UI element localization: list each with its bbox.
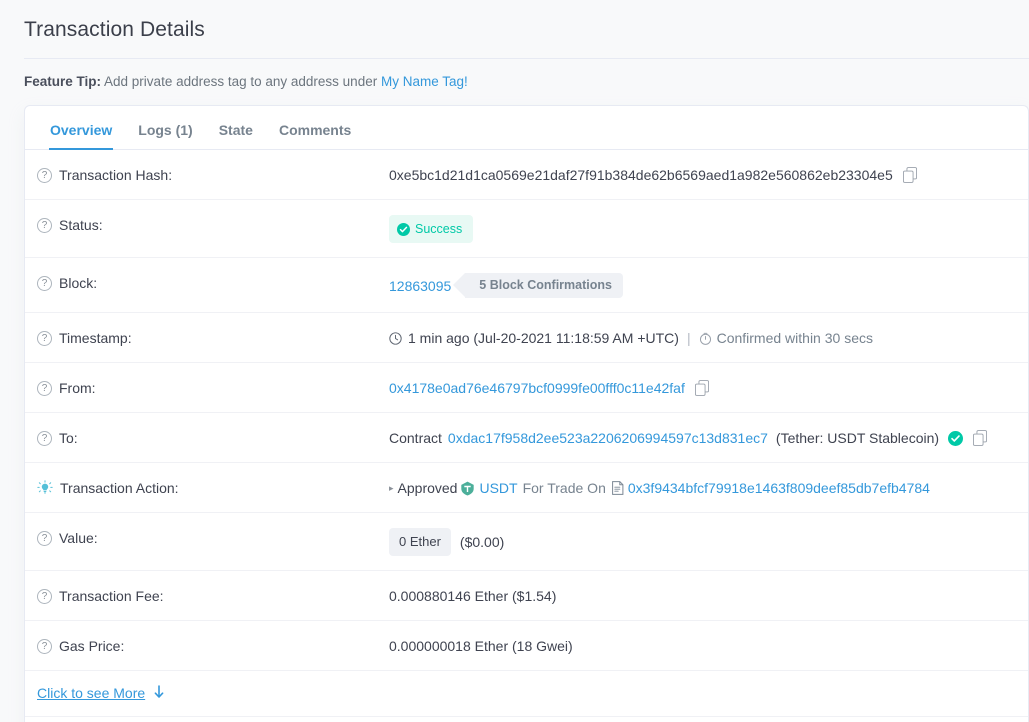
status-text: Success: [415, 222, 463, 236]
label-status: ? Status:: [37, 214, 389, 235]
value-transaction-action: ▸ Approved USDT For Trade On 0x3f9434bfc…: [389, 477, 1016, 498]
page-header: Transaction Details: [0, 0, 1029, 58]
feature-tip-bang: !: [464, 74, 468, 89]
label-text: From:: [59, 380, 96, 396]
label-timestamp: ? Timestamp:: [37, 327, 389, 348]
feature-tip-bar: Feature Tip: Add private address tag to …: [0, 59, 1029, 105]
row-timestamp: ? Timestamp: 1 min ago (Jul-20-2021 11:1…: [25, 313, 1028, 363]
row-status: ? Status: Success: [25, 200, 1028, 258]
row-gas-price: ? Gas Price: 0.000000018 Ether (18 Gwei): [25, 621, 1028, 671]
stopwatch-icon: [699, 332, 711, 345]
contract-prefix: Contract: [389, 430, 442, 446]
block-number-link[interactable]: 12863095: [389, 276, 451, 296]
ether-value-badge: 0 Ether: [389, 528, 451, 556]
to-contract-address-link[interactable]: 0xdac17f958d2ee523a2206206994597c13d831e…: [448, 428, 768, 448]
value-status: Success: [389, 214, 1016, 243]
label-from: ? From:: [37, 377, 389, 398]
row-transaction-fee: ? Transaction Fee: 0.000880146 Ether ($1…: [25, 571, 1028, 621]
value-amount: 0 Ether ($0.00): [389, 527, 1016, 556]
block-confirmations-badge: 5 Block Confirmations: [453, 273, 623, 298]
status-badge: Success: [389, 215, 474, 243]
row-private-note: ? Private Note: To access the Private No…: [25, 717, 1028, 722]
action-target-address-link[interactable]: 0x3f9434bfcf79918e1463f809deef85db7efb47…: [628, 478, 930, 498]
value-transaction-fee: 0.000880146 Ether ($1.54): [389, 585, 1016, 606]
label-text: Transaction Hash:: [59, 167, 173, 183]
clock-icon: [389, 331, 402, 345]
help-icon[interactable]: ?: [37, 430, 52, 446]
label-text: To:: [59, 430, 78, 446]
row-see-more: Click to see More: [25, 671, 1028, 717]
document-icon: [611, 481, 624, 495]
tab-bar: Overview Logs (1) State Comments: [25, 106, 1028, 150]
overview-card: Overview Logs (1) State Comments ? Trans…: [24, 105, 1029, 722]
row-value: ? Value: 0 Ether ($0.00): [25, 513, 1028, 571]
my-name-tag-link[interactable]: My Name Tag: [381, 74, 464, 89]
copy-icon[interactable]: [902, 167, 917, 183]
action-mid-text: For Trade On: [522, 480, 606, 496]
value-to: Contract 0xdac17f958d2ee523a220620699459…: [389, 427, 1016, 448]
verified-check-icon: [948, 430, 964, 446]
page-title: Transaction Details: [24, 18, 205, 41]
feature-tip-label: Feature Tip:: [24, 74, 102, 89]
arrow-down-icon[interactable]: [153, 685, 165, 699]
value-timestamp: 1 min ago (Jul-20-2021 11:18:59 AM +UTC)…: [389, 327, 1016, 348]
label-value: ? Value:: [37, 527, 389, 548]
help-icon[interactable]: ?: [37, 588, 52, 604]
row-to: ? To: Contract 0xdac17f958d2ee523a220620…: [25, 413, 1028, 463]
label-transaction-fee: ? Transaction Fee:: [37, 585, 389, 606]
label-text: Transaction Action:: [60, 480, 179, 496]
help-icon[interactable]: ?: [37, 530, 52, 546]
confirmed-within-text: Confirmed within 30 secs: [716, 330, 873, 346]
timestamp-text: 1 min ago (Jul-20-2021 11:18:59 AM +UTC): [408, 330, 679, 346]
help-icon[interactable]: ?: [37, 638, 52, 654]
gas-price-text: 0.000000018 Ether (18 Gwei): [389, 638, 573, 654]
help-icon[interactable]: ?: [37, 330, 52, 346]
label-text: Status:: [59, 217, 103, 233]
label-block: ? Block:: [37, 272, 389, 293]
row-transaction-action: Transaction Action: ▸ Approved USDT For …: [25, 463, 1028, 513]
label-gas-price: ? Gas Price:: [37, 635, 389, 656]
usdt-token-link[interactable]: USDT: [479, 478, 517, 498]
tab-overview[interactable]: Overview: [37, 110, 125, 150]
row-transaction-hash: ? Transaction Hash: 0xe5bc1d21d1ca0569e2…: [25, 150, 1028, 200]
from-address-link[interactable]: 0x4178e0ad76e46797bcf0999fe00fff0c11e42f…: [389, 378, 685, 398]
copy-icon[interactable]: [973, 430, 988, 446]
label-text: Transaction Fee:: [59, 588, 164, 604]
value-from: 0x4178e0ad76e46797bcf0999fe00fff0c11e42f…: [389, 377, 1016, 398]
transaction-fee-text: 0.000880146 Ether ($1.54): [389, 588, 557, 604]
timestamp-separator: |: [686, 330, 691, 346]
fiat-value-text: ($0.00): [459, 534, 505, 550]
label-transaction-hash: ? Transaction Hash:: [37, 164, 389, 185]
value-gas-price: 0.000000018 Ether (18 Gwei): [389, 635, 1016, 656]
tab-state[interactable]: State: [206, 110, 266, 149]
label-text: Block:: [59, 275, 98, 291]
label-text: Timestamp:: [59, 330, 132, 346]
row-block: ? Block: 12863095 5 Block Confirmations: [25, 258, 1028, 313]
label-to: ? To:: [37, 427, 389, 448]
transaction-hash-text: 0xe5bc1d21d1ca0569e21daf27f91b384de62b65…: [389, 167, 893, 183]
help-icon[interactable]: ?: [37, 167, 52, 183]
label-transaction-action: Transaction Action:: [37, 477, 389, 498]
action-verb: Approved: [397, 480, 458, 496]
lightbulb-icon: [37, 480, 53, 494]
see-more-link[interactable]: Click to see More: [37, 685, 145, 701]
row-from: ? From: 0x4178e0ad76e46797bcf0999fe00fff…: [25, 363, 1028, 413]
to-contract-name: (Tether: USDT Stablecoin): [775, 430, 940, 446]
label-text: Gas Price:: [59, 638, 125, 654]
tab-logs[interactable]: Logs (1): [125, 110, 205, 149]
expand-caret-icon[interactable]: ▸: [389, 478, 394, 498]
copy-icon[interactable]: [694, 380, 709, 396]
help-icon[interactable]: ?: [37, 217, 52, 233]
transaction-details-page: Transaction Details Feature Tip: Add pri…: [0, 0, 1029, 722]
label-text: Value:: [59, 530, 98, 546]
value-transaction-hash: 0xe5bc1d21d1ca0569e21daf27f91b384de62b65…: [389, 164, 1016, 185]
help-icon[interactable]: ?: [37, 275, 52, 291]
usdt-token-icon: [461, 481, 475, 495]
value-block: 12863095 5 Block Confirmations: [389, 272, 1016, 298]
help-icon[interactable]: ?: [37, 380, 52, 396]
feature-tip-text: Add private address tag to any address u…: [104, 74, 378, 89]
tab-comments[interactable]: Comments: [266, 110, 364, 149]
check-circle-icon: [397, 222, 410, 236]
